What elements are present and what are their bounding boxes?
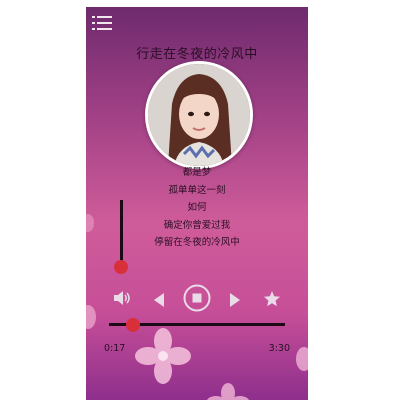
blossom-decoration <box>135 328 191 384</box>
current-time: 0:17 <box>104 343 126 354</box>
blossom-decoration <box>206 383 250 400</box>
previous-icon[interactable] <box>153 292 165 308</box>
speaker-icon[interactable] <box>113 290 131 306</box>
next-icon[interactable] <box>229 292 241 308</box>
song-title: 行走在冬夜的冷风中 <box>136 47 258 62</box>
volume-slider-knob[interactable] <box>114 260 128 274</box>
music-player-screen: 行走在冬夜的冷风中 都是梦 孤单单这一刻 如何 确定你曾爱过我 停留在冬夜的冷风… <box>86 7 308 400</box>
star-icon[interactable] <box>263 290 281 308</box>
album-art-image <box>148 64 250 166</box>
menu-icon[interactable] <box>92 15 112 31</box>
playback-controls <box>86 279 308 312</box>
blossom-decoration <box>296 347 308 371</box>
lyric-line: 孤单单这一刻 <box>168 184 226 196</box>
total-time: 3:30 <box>268 343 290 354</box>
lyric-line: 都是梦 <box>182 167 212 178</box>
progress-bar-knob[interactable] <box>126 318 140 332</box>
stop-icon[interactable] <box>183 284 211 312</box>
album-art <box>145 61 253 169</box>
